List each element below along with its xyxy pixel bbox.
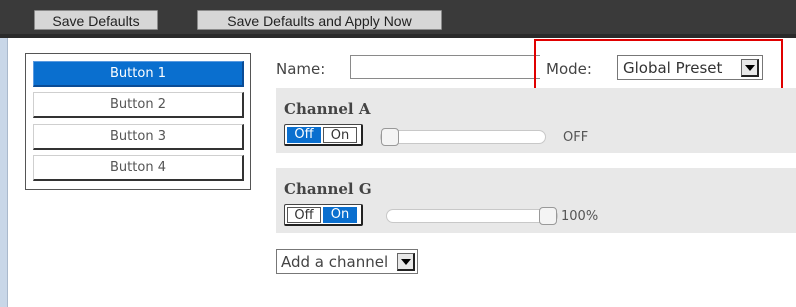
save-defaults-apply-button[interactable]: Save Defaults and Apply Now [197, 10, 442, 30]
level-slider-handle[interactable] [539, 207, 557, 225]
channel-title: Channel A [284, 100, 371, 118]
toolbar: Save Defaults Save Defaults and Apply No… [0, 0, 796, 38]
name-label: Name: [276, 60, 326, 78]
add-channel-select[interactable]: Add a channel [276, 249, 418, 274]
button-list-item-1[interactable]: Button 1 [33, 61, 244, 87]
toggle-on-option[interactable]: On [323, 207, 357, 223]
page-edge [0, 38, 8, 307]
toggle-off-option[interactable]: Off [287, 207, 321, 223]
button-list-item-3[interactable]: Button 3 [33, 124, 244, 150]
channel-panel-a: Channel A Off On OFF [276, 88, 796, 153]
dropdown-arrow-icon[interactable] [397, 253, 415, 271]
name-input[interactable] [350, 55, 540, 79]
level-slider-handle[interactable] [381, 128, 399, 146]
mode-select-value: Global Preset [623, 59, 723, 77]
level-slider-track[interactable] [380, 130, 546, 144]
add-channel-label: Add a channel [281, 253, 389, 271]
on-off-toggle[interactable]: Off On [284, 124, 363, 146]
level-value: 100% [561, 209, 599, 224]
mode-label: Mode: [546, 60, 592, 78]
button-list-item-2[interactable]: Button 2 [33, 92, 244, 118]
toggle-on-option[interactable]: On [323, 127, 357, 143]
mode-select[interactable]: Global Preset [617, 55, 763, 80]
level-slider-track[interactable] [386, 209, 558, 223]
save-defaults-button[interactable]: Save Defaults [34, 10, 158, 30]
channel-title: Channel G [284, 180, 372, 198]
button-list-item-4[interactable]: Button 4 [33, 155, 244, 181]
button-list: Button 1 Button 2 Button 3 Button 4 [25, 53, 251, 190]
dropdown-arrow-icon[interactable] [741, 59, 759, 77]
level-value: OFF [563, 130, 589, 145]
channel-panel-g: Channel G Off On 100% [276, 168, 796, 233]
toggle-off-option[interactable]: Off [287, 127, 321, 143]
on-off-toggle[interactable]: Off On [284, 204, 363, 226]
